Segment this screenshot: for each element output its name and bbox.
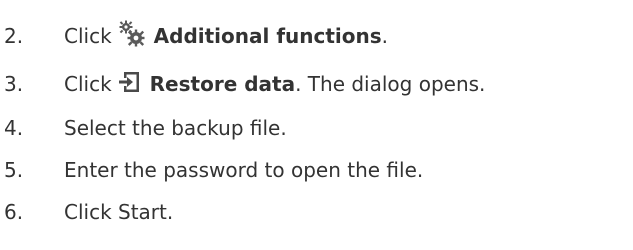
step-6: 6. Click Start. — [4, 192, 173, 232]
gears-icon — [118, 20, 146, 53]
step-text: Click Start. — [64, 200, 174, 224]
step-text-suffix: . The dialog opens. — [295, 72, 486, 96]
step-2: 2. Click Additional functions . — [4, 16, 388, 56]
step-text: Click — [64, 72, 112, 96]
step-text: Enter the password to open the file. — [64, 158, 424, 182]
step-number: 4. — [4, 116, 24, 140]
step-number: 5. — [4, 158, 24, 182]
step-3: 3. Click Restore data . The dialog opens… — [4, 64, 485, 104]
step-number: 2. — [4, 24, 24, 48]
additional-functions-label: Additional functions — [153, 24, 382, 48]
step-5: 5. Enter the password to open the file. — [4, 150, 423, 190]
restore-data-label: Restore data — [149, 72, 296, 96]
step-number: 6. — [4, 200, 24, 224]
step-4: 4. Select the backup file. — [4, 108, 287, 148]
restore-icon — [118, 70, 142, 99]
step-text: Select the backup file. — [64, 116, 287, 140]
step-text-suffix: . — [381, 24, 389, 48]
step-text: Click — [64, 24, 112, 48]
step-number: 3. — [4, 72, 24, 96]
